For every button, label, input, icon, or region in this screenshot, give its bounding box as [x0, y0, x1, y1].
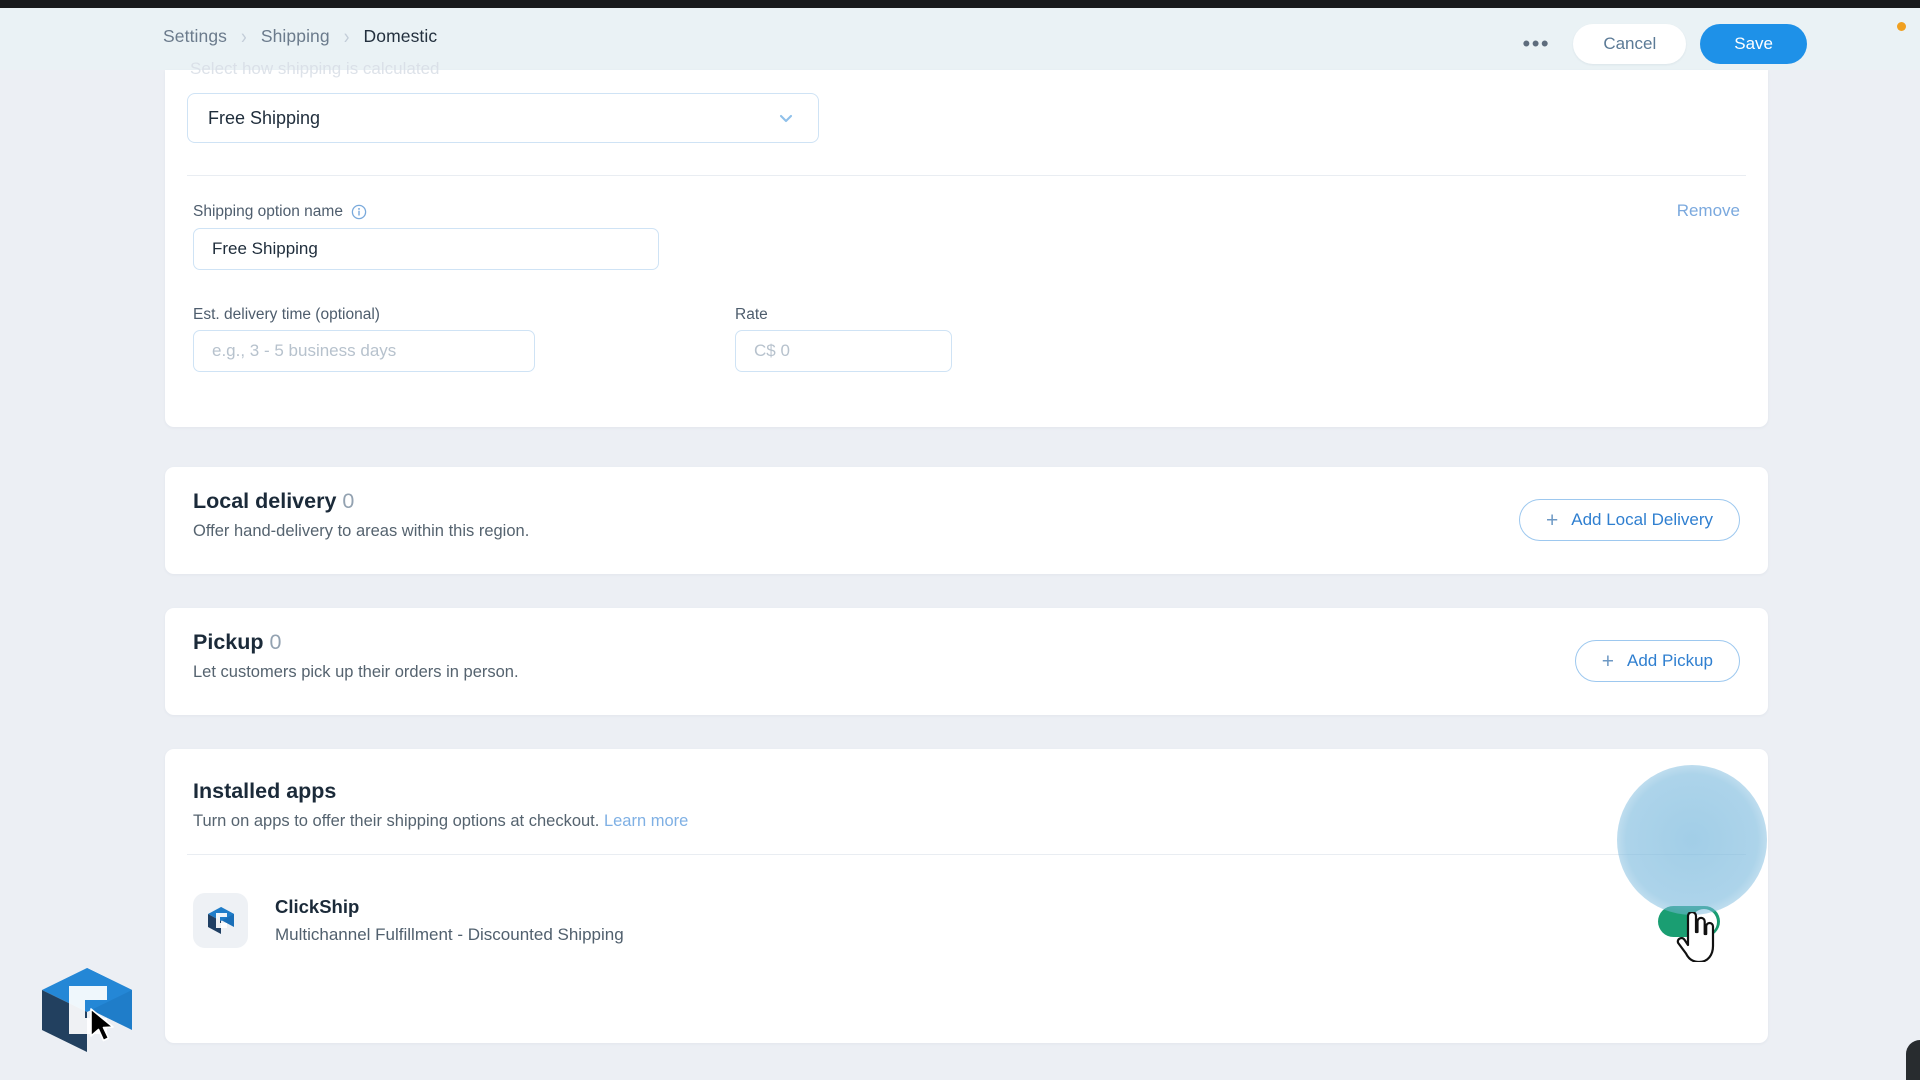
- rate-input[interactable]: [735, 330, 952, 372]
- plus-icon: +: [1545, 508, 1559, 532]
- info-icon[interactable]: [351, 204, 367, 220]
- installed-apps-subtitle: Turn on apps to offer their shipping opt…: [193, 812, 688, 831]
- shipping-method-select-value[interactable]: Free Shipping: [187, 93, 819, 143]
- local-delivery-title-text: Local delivery: [193, 489, 337, 513]
- divider: [187, 854, 1746, 855]
- cancel-button[interactable]: Cancel: [1573, 24, 1687, 64]
- browser-chrome-strip: [0, 0, 1920, 8]
- clickship-logo-icon: [193, 893, 248, 948]
- breadcrumb-item-settings[interactable]: Settings: [163, 26, 227, 47]
- notification-dot-icon: [1897, 22, 1906, 31]
- pickup-subtitle: Let customers pick up their orders in pe…: [193, 663, 519, 681]
- app-enable-toggle[interactable]: [1658, 906, 1720, 937]
- shipping-rate-card: Select how shipping is calculated Free S…: [165, 59, 1768, 427]
- local-delivery-count: 0: [342, 489, 355, 513]
- breadcrumb-separator-icon: ›: [343, 24, 350, 49]
- header-actions: ••• Cancel Save: [1513, 24, 1807, 64]
- remove-shipping-option-button[interactable]: Remove: [1677, 201, 1740, 221]
- window-edge-shadow: [1906, 1040, 1920, 1080]
- breadcrumb-item-domestic: Domestic: [363, 26, 438, 46]
- add-pickup-button[interactable]: + Add Pickup: [1574, 640, 1740, 682]
- installed-apps-card: Installed apps Turn on apps to offer the…: [165, 749, 1768, 1043]
- delivery-time-label: Est. delivery time (optional): [193, 306, 380, 323]
- local-delivery-subtitle: Offer hand-delivery to areas within this…: [193, 522, 530, 540]
- installed-apps-title: Installed apps: [193, 779, 337, 803]
- page-content: Select how shipping is calculated Free S…: [0, 59, 1920, 1080]
- pickup-title-text: Pickup: [193, 630, 264, 654]
- breadcrumb-separator-icon: ›: [241, 24, 247, 49]
- shipping-method-select[interactable]: Free Shipping: [187, 93, 819, 143]
- app-description: Multichannel Fulfillment - Discounted Sh…: [275, 925, 624, 944]
- scrolled-hint-text: Select how shipping is calculated: [190, 59, 440, 78]
- installed-apps-subtitle-text: Turn on apps to offer their shipping opt…: [193, 812, 600, 830]
- learn-more-link[interactable]: Learn more: [604, 812, 688, 830]
- installed-app-row: ClickShip Multichannel Fulfillment - Dis…: [165, 868, 1768, 986]
- local-delivery-card: Local delivery 0 Offer hand-delivery to …: [165, 467, 1768, 574]
- breadcrumb-item-shipping[interactable]: Shipping: [261, 26, 330, 47]
- pickup-card: Pickup 0 Let customers pick up their ord…: [165, 608, 1768, 715]
- rate-label: Rate: [735, 306, 768, 323]
- local-delivery-title: Local delivery 0: [193, 489, 354, 514]
- divider: [187, 175, 1746, 176]
- app-name: ClickShip: [275, 896, 360, 917]
- add-local-delivery-label: Add Local Delivery: [1571, 510, 1713, 529]
- breadcrumb: Settings › Shipping › Domestic: [163, 26, 437, 47]
- plus-icon: +: [1601, 649, 1614, 673]
- save-button[interactable]: Save: [1700, 24, 1807, 64]
- toggle-knob: [1691, 908, 1717, 935]
- more-options-button[interactable]: •••: [1513, 24, 1559, 64]
- delivery-time-input[interactable]: [193, 330, 535, 372]
- pickup-title: Pickup 0: [193, 630, 281, 655]
- add-pickup-label: Add Pickup: [1627, 651, 1713, 670]
- pickup-count: 0: [269, 630, 282, 654]
- shipping-option-name-input[interactable]: [193, 228, 659, 270]
- shipping-option-name-label-text: Shipping option name: [193, 203, 343, 220]
- app-screen: Settings › Shipping › Domestic ••• Cance…: [0, 0, 1920, 1080]
- shipping-option-name-label: Shipping option name: [193, 203, 367, 221]
- add-local-delivery-button[interactable]: + Add Local Delivery: [1518, 499, 1740, 541]
